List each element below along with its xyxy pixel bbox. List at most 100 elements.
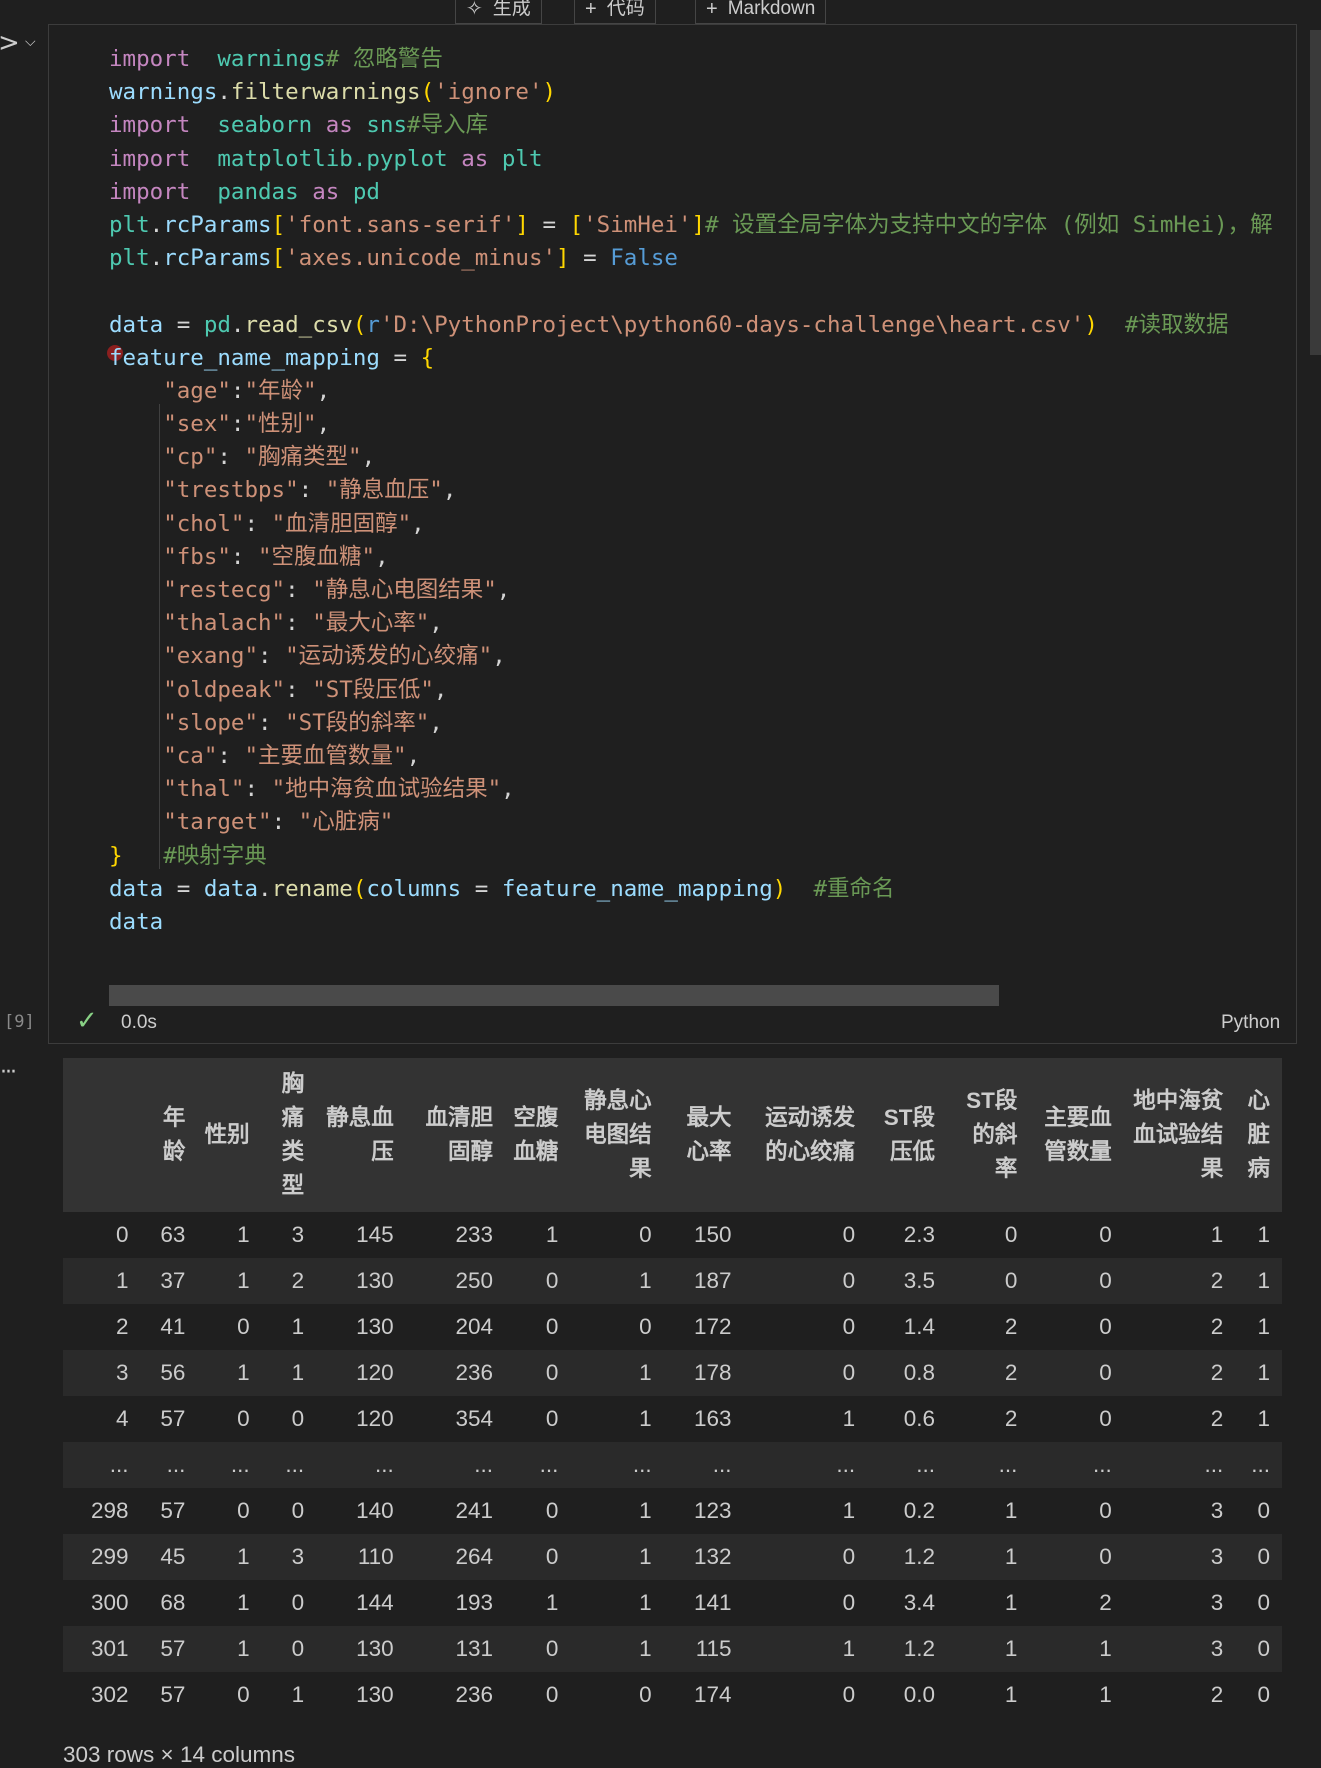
code-line[interactable]: warnings.filterwarnings('ignore') bbox=[109, 76, 1294, 109]
table-cell: 0 bbox=[291, 1498, 305, 1523]
table-cell: 172 bbox=[694, 1314, 732, 1339]
code-token: rename bbox=[271, 875, 353, 902]
code-line[interactable]: import matplotlib.pyplot as plt bbox=[109, 143, 1294, 176]
code-line[interactable]: import seaborn as sns#导入库 bbox=[109, 109, 1294, 142]
code-line[interactable]: "sex":"性别", bbox=[109, 408, 1294, 441]
code-line[interactable]: "thalach": "最大心率", bbox=[109, 607, 1294, 640]
table-cell: 130 bbox=[356, 1636, 394, 1661]
code-line[interactable]: "ca": "主要血管数量", bbox=[109, 740, 1294, 773]
code-cell[interactable]: import warnings# 忽略警告 warnings. filterwarn… bbox=[48, 24, 1297, 1044]
code-token: # 设置全局字体为支持中文的字体 (例如 SimHei)，解 bbox=[705, 211, 1273, 238]
code-line[interactable]: data bbox=[109, 906, 1294, 939]
code-token: "slope" bbox=[163, 709, 259, 736]
table-cell: 0 bbox=[842, 1314, 856, 1339]
table-cell: ... bbox=[230, 1452, 250, 1477]
code-token: feature_name_mapping bbox=[501, 875, 773, 902]
code-line[interactable]: "restecg": "静息心电图结果", bbox=[109, 574, 1294, 607]
table-cell: ... bbox=[836, 1452, 856, 1477]
plus-icon: + bbox=[706, 0, 718, 20]
table-cell: 0 bbox=[1257, 1590, 1270, 1615]
code-line[interactable]: "cp": "胸痛类型", bbox=[109, 441, 1294, 474]
table-row: 0 63 1 3 145 233 1 0 150 0 2.3 0 0 1 1 bbox=[63, 1212, 1282, 1258]
code-line[interactable]: "target": "心脏病" bbox=[109, 806, 1294, 839]
code-token: import bbox=[109, 112, 191, 139]
table-cell: 3 bbox=[1210, 1544, 1224, 1569]
vertical-scrollbar[interactable] bbox=[1310, 30, 1321, 355]
table-cell: 0 bbox=[1257, 1636, 1270, 1661]
table-cell: ... bbox=[1251, 1452, 1270, 1477]
language-indicator[interactable]: Python bbox=[1221, 1012, 1280, 1034]
table-cell: 250 bbox=[455, 1268, 493, 1293]
code-token: "空腹血糖" bbox=[258, 543, 376, 570]
code-line[interactable]: data = pd.read_csv(r'D:\PythonProject\py… bbox=[109, 309, 1294, 342]
code-line[interactable]: "age":"年龄", bbox=[109, 375, 1294, 408]
code-line[interactable]: "exang": "运动诱发的心绞痛", bbox=[109, 640, 1294, 673]
code-line[interactable]: "chol": "血清胆固醇", bbox=[109, 508, 1294, 541]
table-cell: 236 bbox=[455, 1360, 493, 1385]
add-code-button[interactable]: + 代码 bbox=[574, 0, 656, 24]
table-cell: 1 bbox=[291, 1360, 305, 1385]
code-line[interactable]: import warnings# 忽略警告 bbox=[109, 43, 1294, 76]
code-token: "年龄" bbox=[244, 377, 317, 404]
code-token: 'font.sans-serif' bbox=[285, 211, 516, 238]
code-line[interactable]: "thal": "地中海贫血试验结果", bbox=[109, 773, 1294, 806]
table-cell: 0 bbox=[237, 1498, 250, 1523]
table-cell: ... bbox=[1093, 1452, 1112, 1477]
code-token: . bbox=[230, 311, 245, 338]
table-cell: 2 bbox=[1210, 1360, 1224, 1385]
add-markdown-button[interactable]: + Markdown bbox=[695, 0, 827, 24]
code-token: } bbox=[109, 842, 123, 869]
table-cell: 2 bbox=[1210, 1682, 1224, 1707]
code-token: = bbox=[569, 245, 611, 272]
code-token: seaborn bbox=[217, 112, 313, 139]
code-token: , bbox=[429, 610, 443, 637]
horizontal-scrollbar[interactable] bbox=[109, 985, 999, 1006]
row-index: 302 bbox=[90, 1682, 129, 1707]
table-cell: 140 bbox=[356, 1498, 394, 1523]
code-token: pd bbox=[352, 178, 380, 205]
code-token: ) bbox=[1084, 311, 1098, 338]
code-line[interactable]: "slope": "ST段的斜率", bbox=[109, 707, 1294, 740]
column-header: 胸痛类型 bbox=[261, 1058, 317, 1212]
table-cell: 0 bbox=[842, 1360, 856, 1385]
code-token: "chol" bbox=[163, 510, 245, 537]
code-editor[interactable]: import warnings# 忽略警告 warnings. filterwarn… bbox=[109, 43, 1294, 939]
generate-button[interactable]: ✧ 生成 bbox=[455, 0, 542, 24]
table-cell: 0 bbox=[639, 1682, 652, 1707]
code-token: warnings bbox=[109, 79, 218, 106]
output-menu-icon[interactable]: ··· bbox=[0, 1060, 17, 1085]
code-token: : bbox=[298, 477, 326, 504]
run-cell-icon[interactable]: > bbox=[0, 30, 20, 56]
code-line[interactable]: feature_name_mapping = { bbox=[109, 342, 1294, 375]
code-line[interactable]: plt.rcParams['axes.unicode_minus'] = Fal… bbox=[109, 242, 1294, 275]
code-line[interactable]: import pandas as pd bbox=[109, 176, 1294, 209]
table-row: ........................................… bbox=[63, 1442, 1282, 1488]
table-row: 1 37 1 2 130 250 0 1 187 0 3.5 0 0 2 1 bbox=[63, 1258, 1282, 1304]
code-line[interactable]: "fbs": "空腹血糖", bbox=[109, 541, 1294, 574]
code-token: "心脏病" bbox=[298, 809, 394, 836]
table-cell: 0 bbox=[1099, 1406, 1112, 1431]
column-header bbox=[63, 1058, 141, 1212]
code-line[interactable]: plt.rcParams['font.sans-serif'] = ['SimH… bbox=[109, 209, 1294, 242]
code-token: [ bbox=[569, 211, 584, 238]
code-line[interactable]: } #映射字典 bbox=[109, 840, 1294, 873]
code-line[interactable] bbox=[109, 275, 1294, 308]
table-cell: 1 bbox=[1099, 1636, 1112, 1661]
code-line[interactable]: "oldpeak": "ST段压低", bbox=[109, 674, 1294, 707]
table-cell: 150 bbox=[694, 1222, 732, 1247]
code-token: filterwarnings bbox=[230, 79, 421, 106]
column-header: 静息心电图结果 bbox=[570, 1058, 664, 1212]
code-line[interactable]: data = data.rename(columns = feature_nam… bbox=[109, 873, 1294, 906]
table-cell: 57 bbox=[160, 1406, 186, 1431]
code-token: ( bbox=[420, 79, 435, 106]
column-header: ST段压低 bbox=[867, 1058, 948, 1212]
code-line[interactable]: "trestbps": "静息血压", bbox=[109, 474, 1294, 507]
column-header: ST段的斜率 bbox=[947, 1058, 1030, 1212]
chevron-down-icon[interactable]: ⌵ bbox=[25, 35, 36, 49]
